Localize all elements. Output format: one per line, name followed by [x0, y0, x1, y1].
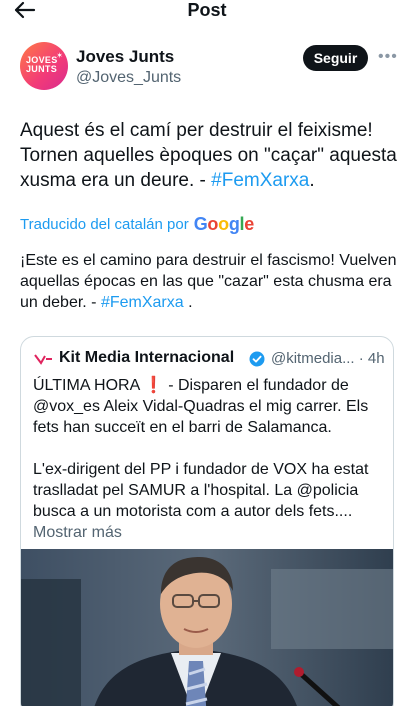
author-row: JOVES JUNTS ✶ Joves Junts @Joves_Junts S…: [20, 42, 400, 94]
quoted-post-photo[interactable]: [21, 549, 393, 706]
translation-attribution[interactable]: Traducido del catalán por Google: [20, 214, 254, 235]
quoted-time: · 4h: [358, 350, 385, 367]
star-icon: ✶: [56, 51, 63, 60]
translation-hashtag-link[interactable]: #FemXarxa: [101, 294, 184, 311]
hashtag-link[interactable]: #FemXarxa: [211, 170, 309, 191]
kit-media-logo-icon: [33, 354, 53, 365]
quoted-author-name: Kit Media Internacional: [59, 349, 235, 366]
quoted-post-header: Kit Media Internacional @kitmedia... · 4…: [33, 349, 385, 369]
tweet-text: Aquest és el camí per destruir el feixis…: [20, 120, 397, 191]
translation-label: Traducido del catalán por: [20, 216, 189, 233]
translated-text: ¡Este es el camino para destruir el fasc…: [20, 252, 397, 311]
exclamation-icon: ❗: [143, 377, 164, 394]
quoted-paragraph-2: L'ex-dirigent del PP i fundador de VOX h…: [33, 461, 369, 541]
verified-badge-icon: [249, 351, 265, 367]
quoted-post-text: ÚLTIMA HORA ❗ - Disparen el fundador de …: [33, 375, 385, 564]
page-title: Post: [187, 0, 227, 20]
quoted-post-card[interactable]: Kit Media Internacional @kitmedia... · 4…: [20, 336, 394, 706]
follow-button[interactable]: Seguir: [303, 45, 368, 71]
more-horizontal-icon[interactable]: •••: [378, 48, 398, 66]
author-handle[interactable]: @Joves_Junts: [76, 69, 181, 87]
avatar[interactable]: JOVES JUNTS ✶: [20, 42, 68, 90]
author-display-name[interactable]: Joves Junts: [76, 47, 174, 67]
google-logo: Google: [193, 214, 255, 234]
show-more-link[interactable]: Mostrar más: [33, 524, 122, 541]
quoted-author-handle: @kitmedia... · 4h: [271, 350, 385, 367]
photo-illustration: [21, 549, 393, 706]
quoted-paragraph-1: ÚLTIMA HORA ❗ - Disparen el fundador de …: [33, 377, 369, 436]
top-bar: Post: [0, 0, 414, 22]
